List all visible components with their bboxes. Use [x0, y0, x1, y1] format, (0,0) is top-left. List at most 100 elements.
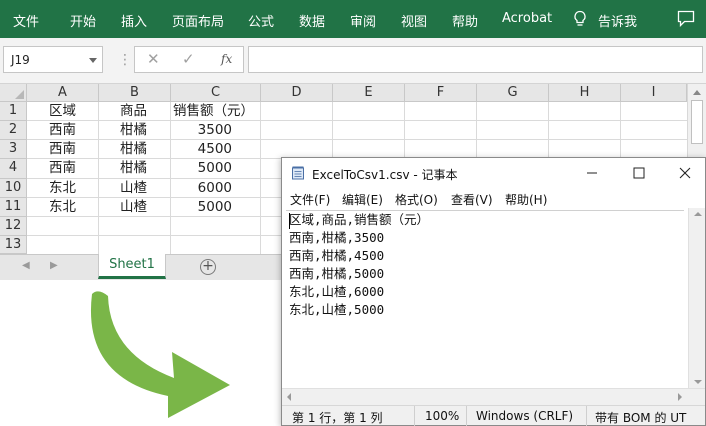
notepad-window: ExcelToCsv1.csv - 记事本 文件(F) 编辑(E) 格式(O) …: [281, 157, 706, 426]
cell[interactable]: 东北: [49, 198, 76, 216]
sheet-tab-bar: ◀ ▶ Sheet1 +: [0, 254, 290, 280]
encoding: 带有 BOM 的 UT: [595, 411, 687, 425]
menu-bar: 文件(F) 编辑(E) 格式(O) 查看(V) 帮助(H): [282, 188, 705, 208]
vertical-scrollbar[interactable]: [688, 208, 705, 388]
formula-input[interactable]: [248, 46, 703, 73]
tab-file[interactable]: 文件: [13, 11, 39, 30]
column-header[interactable]: H: [549, 84, 621, 102]
cell[interactable]: 6000: [171, 179, 232, 197]
prev-sheet-icon[interactable]: ◀: [22, 260, 30, 271]
text-line: 西南,柑橘,5000: [289, 266, 385, 281]
row-header[interactable]: 3: [0, 140, 27, 159]
formula-buttons: ✕ ✓ fx: [134, 46, 244, 73]
cursor-position: 第 1 行，第 1 列: [292, 411, 383, 425]
tab-view[interactable]: 视图: [401, 11, 427, 30]
text-line: 区域,商品,销售额（元）: [289, 212, 430, 227]
cell[interactable]: 山楂: [120, 198, 147, 216]
minimize-icon[interactable]: [582, 163, 602, 183]
tab-data[interactable]: 数据: [299, 11, 325, 30]
horizontal-scrollbar[interactable]: [282, 388, 705, 405]
cell[interactable]: 柑橘: [120, 140, 147, 158]
column-header[interactable]: F: [405, 84, 477, 102]
tab-help[interactable]: 帮助: [452, 11, 478, 30]
text-line: 东北,山楂,5000: [289, 302, 385, 317]
menu-format[interactable]: 格式(O): [395, 191, 438, 208]
status-bar: 第 1 行，第 1 列 100% Windows (CRLF) 带有 BOM 的…: [282, 405, 705, 426]
scrollbar-thumb[interactable]: [691, 100, 703, 144]
row-header[interactable]: 2: [0, 121, 27, 140]
tab-acrobat[interactable]: Acrobat: [502, 11, 552, 26]
chevron-down-icon[interactable]: [89, 58, 97, 63]
column-header[interactable]: E: [333, 84, 405, 102]
cancel-icon[interactable]: ✕: [147, 50, 160, 68]
column-header[interactable]: D: [261, 84, 333, 102]
scroll-right-icon[interactable]: [678, 393, 682, 401]
add-sheet-icon[interactable]: +: [200, 259, 216, 275]
cell[interactable]: 西南: [49, 121, 76, 139]
cell[interactable]: 西南: [49, 159, 76, 177]
cell[interactable]: 3500: [171, 121, 232, 139]
tab-insert[interactable]: 插入: [121, 11, 147, 30]
select-all-corner[interactable]: [0, 84, 27, 102]
text-line: 西南,柑橘,3500: [289, 230, 385, 245]
cell[interactable]: 柑橘: [120, 159, 147, 177]
column-header[interactable]: C: [171, 84, 261, 102]
row-header[interactable]: 11: [0, 198, 27, 217]
name-box-value: J19: [11, 53, 30, 67]
scroll-down-icon[interactable]: [694, 380, 702, 384]
column-header[interactable]: A: [27, 84, 99, 102]
line-ending: Windows (CRLF): [476, 409, 574, 423]
comment-icon[interactable]: [677, 10, 695, 27]
gridline: [260, 102, 261, 254]
cell[interactable]: 西南: [49, 140, 76, 158]
notepad-icon: [292, 166, 304, 180]
tab-review[interactable]: 审阅: [350, 11, 376, 30]
divider: [414, 406, 415, 426]
row-header[interactable]: 1: [0, 102, 27, 121]
tab-home[interactable]: 开始: [70, 11, 96, 30]
lightbulb-icon[interactable]: [572, 10, 588, 28]
cell[interactable]: 山楂: [120, 179, 147, 197]
close-icon[interactable]: [675, 163, 695, 183]
column-header[interactable]: G: [477, 84, 549, 102]
text-line: 西南,柑橘,4500: [289, 248, 385, 263]
menu-help[interactable]: 帮助(H): [505, 191, 547, 208]
cell[interactable]: 东北: [49, 179, 76, 197]
window-title: ExcelToCsv1.csv - 记事本: [312, 168, 458, 182]
drag-handle-icon[interactable]: ⋮: [118, 50, 132, 70]
curved-arrow-icon: [90, 291, 230, 418]
menu-file[interactable]: 文件(F): [290, 191, 330, 208]
insert-function-icon[interactable]: fx: [221, 52, 232, 66]
cell[interactable]: 5000: [171, 159, 232, 177]
column-header[interactable]: B: [99, 84, 171, 102]
title-bar[interactable]: ExcelToCsv1.csv - 记事本: [282, 158, 705, 188]
sheet-tab[interactable]: Sheet1: [98, 254, 166, 279]
name-box[interactable]: J19: [3, 46, 103, 73]
cell[interactable]: 5000: [171, 198, 232, 216]
row-header[interactable]: 12: [0, 217, 27, 236]
tab-page-layout[interactable]: 页面布局: [172, 11, 224, 30]
gridline: [98, 102, 99, 254]
tab-formulas[interactable]: 公式: [248, 11, 274, 30]
row-header[interactable]: 13: [0, 236, 27, 254]
menu-edit[interactable]: 编辑(E): [342, 191, 383, 208]
row-header[interactable]: 10: [0, 179, 27, 198]
excel-ribbon: 文件 开始 插入 页面布局 公式 数据 审阅 视图 帮助 Acrobat 告诉我: [0, 0, 706, 38]
maximize-icon[interactable]: [629, 163, 649, 183]
next-sheet-icon[interactable]: ▶: [50, 260, 58, 271]
scroll-up-icon[interactable]: [693, 90, 701, 95]
scroll-left-icon[interactable]: [287, 393, 291, 401]
cell[interactable]: 4500: [171, 140, 232, 158]
text-editor[interactable]: 区域,商品,销售额（元） 西南,柑橘,3500 西南,柑橘,4500 西南,柑橘…: [286, 210, 684, 390]
cell[interactable]: 商品: [120, 102, 147, 120]
cell[interactable]: 销售额（元）: [173, 102, 254, 120]
text-line: 东北,山楂,6000: [289, 284, 385, 299]
cell[interactable]: 柑橘: [120, 121, 147, 139]
row-header[interactable]: 4: [0, 159, 27, 179]
menu-view[interactable]: 查看(V): [451, 191, 493, 208]
tab-tell-me[interactable]: 告诉我: [598, 11, 637, 30]
column-header[interactable]: I: [621, 84, 687, 102]
check-icon[interactable]: ✓: [182, 50, 195, 68]
scroll-up-icon[interactable]: [694, 212, 702, 216]
cell[interactable]: 区域: [49, 102, 76, 120]
